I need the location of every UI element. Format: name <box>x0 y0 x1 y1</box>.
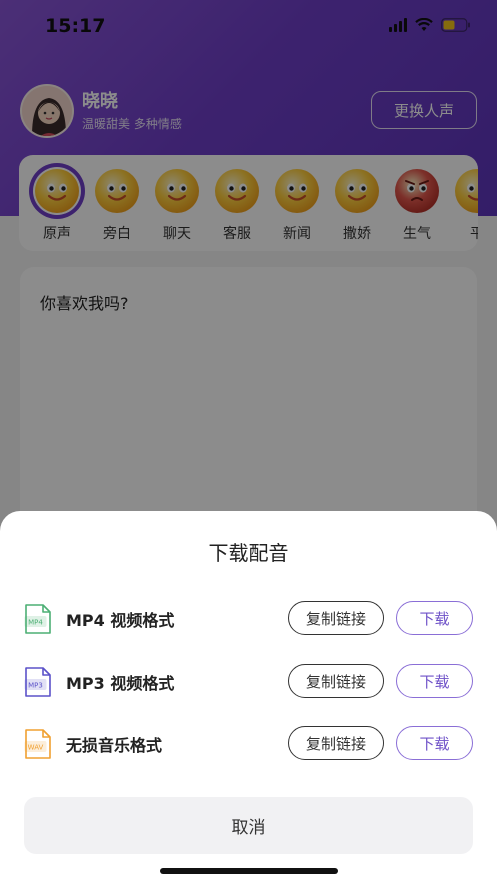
wav-file-icon: WAV <box>24 728 52 760</box>
copy-link-button[interactable]: 复制链接 <box>288 601 384 635</box>
format-row-mp3: MP3 MP3 视频格式 复制链接 下载 <box>24 664 473 700</box>
format-label: MP4 视频格式 <box>66 611 175 630</box>
mp4-file-icon: MP4 <box>24 603 52 635</box>
cancel-button[interactable]: 取消 <box>24 797 473 854</box>
copy-link-button[interactable]: 复制链接 <box>288 726 384 760</box>
download-sheet: 下载配音 MP4 MP4 视频格式 复制链接 下载 MP3 MP3 视频格式 复… <box>0 511 497 883</box>
copy-link-button[interactable]: 复制链接 <box>288 664 384 698</box>
home-indicator <box>160 868 338 874</box>
file-icon-text: WAV <box>28 744 44 752</box>
format-label: 无损音乐格式 <box>66 736 163 755</box>
format-label: MP3 视频格式 <box>66 674 175 693</box>
mp3-file-icon: MP3 <box>24 666 52 698</box>
format-row-mp4: MP4 MP4 视频格式 复制链接 下载 <box>24 601 473 637</box>
file-icon-text: MP4 <box>28 619 43 627</box>
download-button[interactable]: 下载 <box>396 601 473 635</box>
download-button[interactable]: 下载 <box>396 664 473 698</box>
format-row-wav: WAV 无损音乐格式 复制链接 下载 <box>24 726 473 762</box>
download-button[interactable]: 下载 <box>396 726 473 760</box>
sheet-title: 下载配音 <box>208 541 289 565</box>
file-icon-text: MP3 <box>28 682 43 690</box>
